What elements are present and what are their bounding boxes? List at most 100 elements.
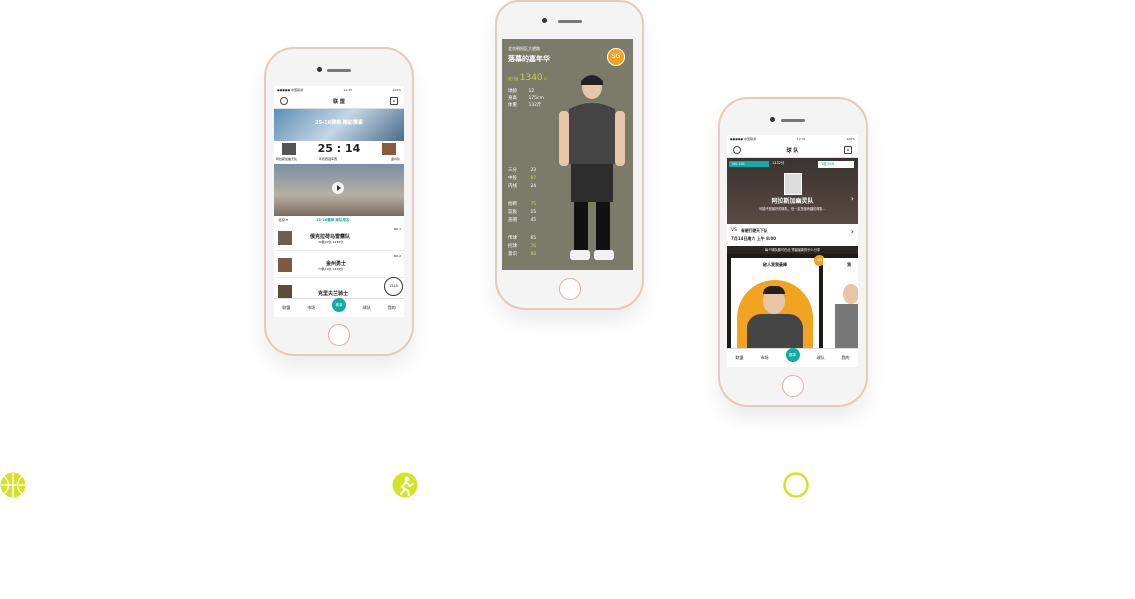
chevron-right-icon[interactable]: › bbox=[851, 227, 854, 236]
carrier-text: ●●●●● 中国联通 bbox=[730, 137, 757, 141]
player-icon bbox=[392, 472, 418, 498]
team-desc: 可能不是最好的球队，但一定是最有趣的球队... bbox=[759, 207, 826, 211]
tab-bar: 联盟 市场 赛事 球队 我的 bbox=[727, 348, 858, 367]
tab-team[interactable]: 球队 bbox=[363, 305, 371, 311]
player-card[interactable]: 敌人我我最棒 SG bbox=[731, 255, 825, 349]
rank-number: NO.2 bbox=[393, 254, 401, 258]
info-icon[interactable]: ! bbox=[280, 97, 288, 105]
home-button[interactable] bbox=[558, 278, 581, 300]
event-banner[interactable]: 25-16赛季 精彩赛事 bbox=[274, 109, 404, 141]
next-match-row[interactable]: VS 有硬打硬天下队 7月14日周六 上午 8:00 › bbox=[727, 224, 858, 247]
carrier-text: ●●●●● 中国联通 bbox=[277, 88, 304, 92]
team-logo bbox=[784, 173, 802, 195]
rank-label: NO.101 bbox=[729, 161, 769, 167]
home-button[interactable] bbox=[782, 375, 804, 397]
info-label: 球龄 bbox=[508, 89, 517, 94]
home-button[interactable] bbox=[328, 324, 350, 346]
screen-player: 北京朝阳区大望路 落幕的嘉年华 SG 能力值 1340 G 球龄 12 身高 1… bbox=[502, 39, 633, 270]
rank-number: NO.1 bbox=[393, 227, 401, 231]
season-label: 15-16赛季 球队排名 bbox=[316, 218, 350, 222]
gear-icon[interactable]: ⚙ bbox=[844, 146, 852, 154]
tab-league[interactable]: 联盟 bbox=[736, 355, 744, 361]
clock-text: 12:35 bbox=[343, 88, 353, 92]
chevron-right-icon[interactable]: › bbox=[851, 194, 854, 203]
screen-team: ●●●●● 中国联通 12:32 100% ! 球 队 ⚙ NO.101 143… bbox=[727, 135, 858, 367]
rank-team-name: 金州勇士 bbox=[326, 261, 347, 267]
page-title: 球 队 bbox=[786, 147, 799, 154]
tab-mine[interactable]: 我的 bbox=[388, 305, 396, 311]
video-thumbnail[interactable] bbox=[274, 164, 404, 216]
stat-value: 23 bbox=[530, 168, 537, 173]
gear-icon[interactable]: ⚙ bbox=[390, 97, 398, 105]
info-value: 175cm bbox=[528, 96, 544, 101]
team-left-name: 阿拉斯加幽灵队 bbox=[276, 157, 298, 161]
tab-market[interactable]: 市场 bbox=[307, 305, 315, 311]
team-right-name: 金州队 bbox=[390, 157, 400, 161]
player-card-next[interactable]: 我 bbox=[823, 258, 858, 349]
match-score-row[interactable]: 25 : 14 阿拉斯加幽灵队 年终赛冠军赛 金州队 bbox=[274, 141, 404, 163]
stat-label: 中投 bbox=[508, 176, 517, 181]
play-icon[interactable] bbox=[332, 182, 344, 194]
phone-mockup-team: ●●●●● 中国联通 12:32 100% ! 球 队 ⚙ NO.101 143… bbox=[718, 97, 868, 407]
tab-bar: 联盟 市场 赛事 球队 我的 bbox=[274, 298, 404, 317]
power-label: 能力值 bbox=[508, 77, 519, 81]
tab-match[interactable]: 赛事 bbox=[331, 298, 346, 312]
tab-team[interactable]: 球队 bbox=[817, 355, 825, 361]
match-label: 年终赛冠军赛 bbox=[319, 157, 338, 161]
team-header[interactable]: NO.101 1432分 1胜35负 阿拉斯加幽灵队 可能不是最好的球队，但一定… bbox=[727, 158, 858, 224]
power-row: 能力值 1340 G bbox=[508, 73, 547, 83]
player-avatar-illustration bbox=[559, 75, 625, 260]
tab-league[interactable]: 联盟 bbox=[282, 305, 290, 311]
rank-item[interactable]: NO.1 俄克拉荷马雷霆队 39胜24负 1436分 bbox=[274, 226, 404, 251]
page-title: 联 盟 bbox=[333, 98, 345, 105]
stat-label: 盖帽 bbox=[508, 218, 517, 223]
team-avatar bbox=[278, 258, 292, 272]
rank-item[interactable]: NO.2 金州勇士 73胜10负 1436分 bbox=[274, 253, 404, 278]
phone-mockup-league: ●●●●● 中国联通 12:35 100% ! 联 盟 ⚙ 25-16赛季 精彩… bbox=[264, 47, 414, 356]
match-score: 25 : 14 bbox=[317, 142, 361, 155]
stats-group-playmaking: 传球 65 控球 76 意识 88 bbox=[508, 235, 536, 259]
stat-value: 75 bbox=[530, 202, 537, 207]
clock-text: 12:32 bbox=[796, 137, 806, 141]
team-logo-left bbox=[282, 143, 296, 155]
notice-banner: 每个球队都可在此 预留最新的什么分享 bbox=[727, 246, 858, 254]
floating-value-button[interactable]: 1545 bbox=[384, 277, 403, 296]
banner-text: 25-16赛季 精彩赛事 bbox=[315, 120, 363, 126]
tab-mine[interactable]: 我的 bbox=[842, 355, 850, 361]
position-badge: SG bbox=[607, 48, 625, 66]
tab-market[interactable]: 市场 bbox=[761, 355, 769, 361]
info-value: 132斤 bbox=[528, 103, 542, 108]
stat-value: 76 bbox=[530, 244, 537, 249]
tab-match[interactable]: 赛事 bbox=[785, 348, 800, 362]
battery-text: 100% bbox=[846, 137, 855, 141]
basketball-icon bbox=[0, 472, 26, 498]
info-value: 12 bbox=[528, 89, 535, 94]
team-avatar bbox=[278, 231, 292, 245]
vs-team: 有硬打硬天下队 bbox=[741, 228, 768, 233]
player-card-title: 我 bbox=[847, 262, 851, 267]
stat-label: 控球 bbox=[508, 244, 517, 249]
region-row: 北京 ▾ 15-16赛季 球队排名 bbox=[274, 216, 404, 224]
record-label: 1胜35负 bbox=[818, 161, 854, 168]
player-title: 落幕的嘉年华 bbox=[508, 55, 550, 63]
info-list: 球龄 12 身高 175cm 体重 132斤 bbox=[508, 88, 544, 109]
team-logo-right bbox=[382, 143, 396, 155]
stat-label: 抢断 bbox=[508, 202, 517, 207]
power-unit: G bbox=[543, 77, 547, 81]
rank-team-name: 俄克拉荷马雷霆队 bbox=[310, 234, 351, 240]
info-icon[interactable]: ! bbox=[733, 146, 741, 154]
stat-label: 传球 bbox=[508, 236, 517, 241]
camera bbox=[770, 117, 775, 122]
stats-group-shooting: 三分 23 中投 87 内线 24 bbox=[508, 167, 536, 191]
stat-value: 65 bbox=[530, 236, 537, 241]
stat-label: 篮板 bbox=[508, 210, 517, 215]
stats-group-defense: 抢断 75 篮板 15 盖帽 45 bbox=[508, 201, 536, 225]
stat-value: 24 bbox=[530, 184, 537, 189]
vs-label: VS bbox=[731, 228, 737, 233]
stat-label: 意识 bbox=[508, 252, 517, 257]
stat-label: 内线 bbox=[508, 184, 517, 189]
team-avatar bbox=[278, 285, 292, 299]
speaker bbox=[557, 20, 582, 23]
region-selector[interactable]: 北京 ▾ bbox=[278, 218, 288, 223]
speaker bbox=[781, 119, 805, 122]
